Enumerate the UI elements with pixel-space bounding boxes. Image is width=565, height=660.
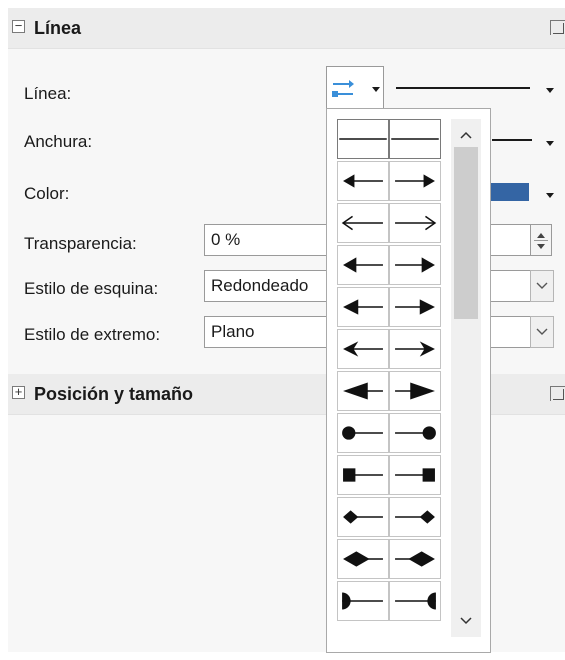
corner-style-dropdown-button[interactable] xyxy=(530,270,554,302)
arrow-style-option-diamond-right[interactable] xyxy=(389,497,441,537)
transparency-label: Transparencia: xyxy=(24,234,137,253)
half-circle-arrowhead-icon xyxy=(395,592,436,610)
line-style-preview[interactable] xyxy=(396,87,530,89)
arrow-short-arrowhead-icon xyxy=(395,257,435,273)
cap-style-label: Estilo de extremo: xyxy=(24,325,161,344)
arrow-style-option-arrow-short-right[interactable] xyxy=(389,245,441,285)
large-arrow-arrowhead-icon xyxy=(343,382,383,400)
arrow-style-option-arrow-right[interactable] xyxy=(389,161,441,201)
arrow-style-icon xyxy=(332,80,354,97)
line-arrow-arrowhead-icon xyxy=(341,215,383,231)
color-label: Color: xyxy=(24,184,70,203)
arrow-style-option-square-right[interactable] xyxy=(389,455,441,495)
arrow-style-option-large-arrow-left[interactable] xyxy=(337,371,389,411)
circle-arrowhead-icon xyxy=(342,426,383,440)
collapse-icon[interactable]: − xyxy=(12,18,25,33)
circle-arrowhead-icon xyxy=(395,426,436,440)
line-width-dropdown-icon[interactable] xyxy=(546,141,554,146)
transparency-spin-button[interactable] xyxy=(530,224,552,256)
line-style-label: Línea: xyxy=(24,84,72,103)
arrow-style-dropdown-icon[interactable] xyxy=(372,87,380,92)
diamond-arrowhead-icon xyxy=(343,510,383,524)
arrow-style-option-arrow-short-left[interactable] xyxy=(337,245,389,285)
cap-style-dropdown-button[interactable] xyxy=(530,316,554,348)
spin-up-icon[interactable] xyxy=(537,233,545,238)
chevron-down-icon xyxy=(536,282,548,289)
position-size-section-title: Posición y tamaño xyxy=(34,384,194,404)
arrow-style-popup xyxy=(326,108,491,653)
square-arrowhead-icon xyxy=(343,468,383,482)
expand-icon[interactable]: + xyxy=(12,384,25,399)
triangle-arrowhead-icon xyxy=(343,299,383,315)
arrow-style-option-concave-right[interactable] xyxy=(389,329,441,369)
arrow-style-option-large-diamond-right[interactable] xyxy=(389,539,441,579)
sidebar-panel: − Línea Línea: Anchura: Color: Transpare… xyxy=(8,8,565,653)
arrow-style-option-none-left[interactable] xyxy=(337,119,389,159)
arrow-style-option-large-diamond-left[interactable] xyxy=(337,539,389,579)
spin-divider xyxy=(534,240,548,241)
none-arrowhead-icon xyxy=(391,138,439,140)
half-circle-arrowhead-icon xyxy=(342,592,383,610)
arrow-style-option-none-right[interactable] xyxy=(389,119,441,159)
more-options-icon[interactable] xyxy=(550,20,565,35)
line-arrow-arrowhead-icon xyxy=(395,215,437,231)
concave-arrowhead-icon xyxy=(395,341,435,357)
large-diamond-arrowhead-icon xyxy=(343,551,383,567)
concave-arrowhead-icon xyxy=(343,341,383,357)
diamond-arrowhead-icon xyxy=(395,510,435,524)
arrow-style-option-triangle-right[interactable] xyxy=(389,287,441,327)
arrow-style-option-triangle-left[interactable] xyxy=(337,287,389,327)
arrow-style-button[interactable] xyxy=(326,66,384,110)
arrow-style-option-line-arrow-left[interactable] xyxy=(337,203,389,243)
width-label: Anchura: xyxy=(24,132,93,151)
arrow-style-option-concave-left[interactable] xyxy=(337,329,389,369)
arrow-style-option-diamond-left[interactable] xyxy=(337,497,389,537)
arrow-arrowhead-icon xyxy=(395,174,435,188)
more-options-icon[interactable] xyxy=(550,386,565,401)
arrow-style-option-large-arrow-right[interactable] xyxy=(389,371,441,411)
scrollbar-thumb[interactable] xyxy=(454,147,478,319)
large-diamond-arrowhead-icon xyxy=(395,551,435,567)
spin-down-icon[interactable] xyxy=(537,244,545,249)
chevron-down-icon xyxy=(536,328,548,335)
arrow-style-option-arrow-left[interactable] xyxy=(337,161,389,201)
arrow-style-option-circle-left[interactable] xyxy=(337,413,389,453)
arrow-style-option-line-arrow-right[interactable] xyxy=(389,203,441,243)
none-arrowhead-icon xyxy=(339,138,387,140)
scroll-up-icon[interactable] xyxy=(460,131,472,139)
arrow-style-option-half-circle-left[interactable] xyxy=(337,581,389,621)
square-arrowhead-icon xyxy=(395,468,435,482)
line-width-preview[interactable] xyxy=(492,139,532,141)
large-arrow-arrowhead-icon xyxy=(395,382,435,400)
popup-scrollbar[interactable] xyxy=(451,119,481,637)
line-section-title: Línea xyxy=(34,18,82,38)
arrow-short-arrowhead-icon xyxy=(343,257,383,273)
arrow-style-option-half-circle-right[interactable] xyxy=(389,581,441,621)
arrow-arrowhead-icon xyxy=(343,174,383,188)
line-color-dropdown-icon[interactable] xyxy=(546,193,554,198)
line-color-swatch[interactable] xyxy=(491,183,529,201)
triangle-arrowhead-icon xyxy=(395,299,435,315)
line-style-dropdown-icon[interactable] xyxy=(546,88,554,93)
arrow-style-option-circle-right[interactable] xyxy=(389,413,441,453)
line-section-header[interactable]: − Línea xyxy=(8,8,565,49)
scroll-down-icon[interactable] xyxy=(460,617,472,625)
arrow-style-option-square-left[interactable] xyxy=(337,455,389,495)
corner-style-label: Estilo de esquina: xyxy=(24,279,159,298)
